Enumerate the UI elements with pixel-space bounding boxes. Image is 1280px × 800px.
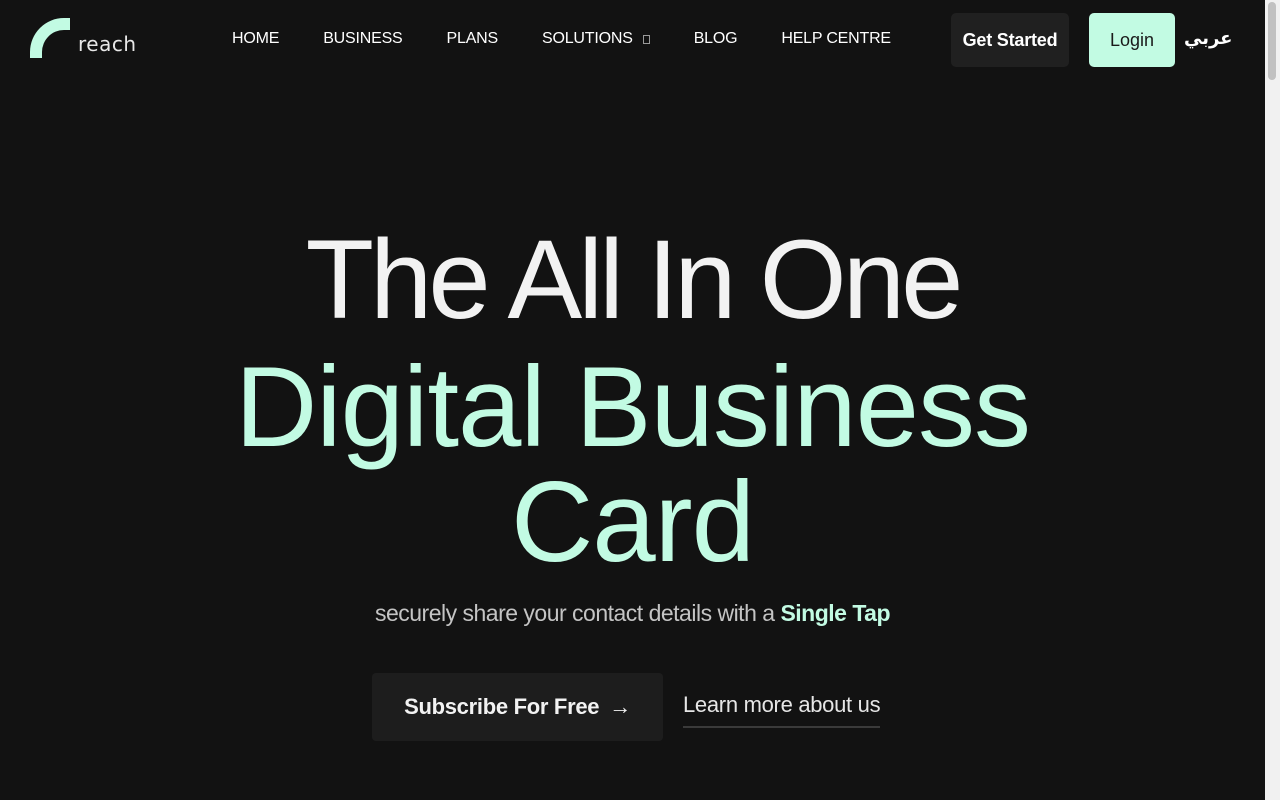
login-button[interactable]: Login [1089, 13, 1175, 67]
scrollbar-thumb[interactable] [1268, 2, 1276, 80]
reach-logo-icon [30, 18, 70, 58]
nav-plans[interactable]: PLANS [447, 30, 499, 48]
hero-title-line3: Card [510, 459, 755, 586]
nav-help-centre[interactable]: HELP CENTRE [781, 30, 891, 48]
language-switch-link[interactable]: عربي [1184, 28, 1232, 49]
hero-subtitle: securely share your contact details with… [0, 600, 1265, 627]
hero-title-line1: The All In One [305, 217, 964, 342]
hero-title-line2: Digital Business [234, 344, 1031, 471]
site-header: reach HOME BUSINESS PLANS SOLUTIONS BLOG… [0, 0, 1265, 80]
nav-solutions-label: SOLUTIONS [542, 30, 633, 47]
nav-blog[interactable]: BLOG [694, 30, 738, 48]
main-nav: HOME BUSINESS PLANS SOLUTIONS BLOG HELP … [232, 30, 891, 48]
nav-business[interactable]: BUSINESS [323, 30, 403, 48]
logo[interactable]: reach [30, 18, 137, 58]
arrow-right-icon: → [609, 694, 631, 719]
hero-subtitle-highlight: Single Tap [780, 600, 891, 626]
nav-solutions[interactable]: SOLUTIONS [542, 30, 650, 48]
get-started-button[interactable]: Get Started [951, 13, 1069, 67]
hero-section: The All In One Digital Business Card sec… [0, 80, 1265, 800]
subscribe-label: Subscribe For Free [404, 694, 600, 719]
nav-home[interactable]: HOME [232, 30, 279, 48]
vertical-scrollbar[interactable] [1265, 0, 1280, 800]
dropdown-icon [642, 35, 650, 44]
hero-subtitle-text: securely share your contact details with… [374, 600, 781, 626]
subscribe-button[interactable]: Subscribe For Free → [372, 673, 663, 741]
learn-more-link[interactable]: Learn more about us [683, 692, 881, 728]
page: reach HOME BUSINESS PLANS SOLUTIONS BLOG… [0, 0, 1280, 800]
logo-text: reach [78, 32, 137, 56]
